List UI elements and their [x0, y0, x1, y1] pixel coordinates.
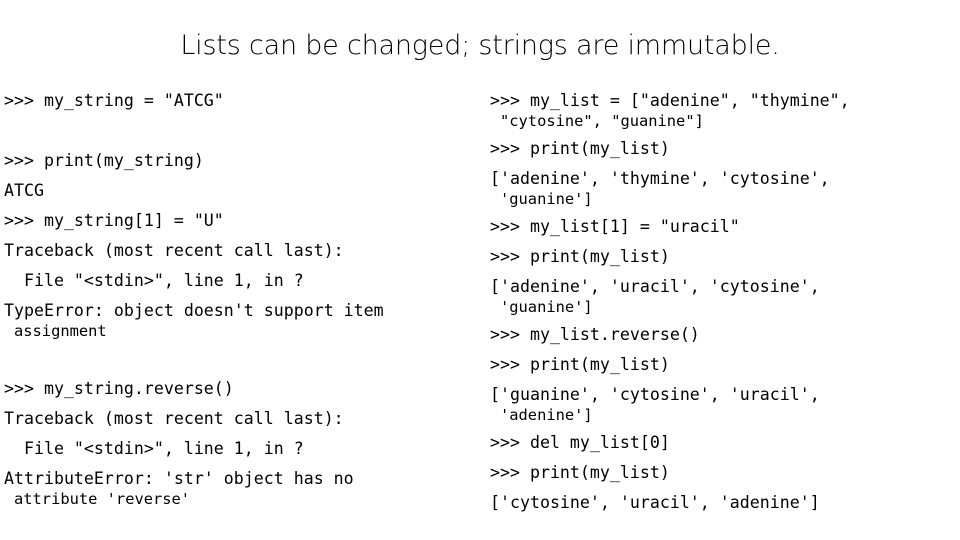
code-line: Traceback (most recent call last):	[4, 409, 344, 428]
code-line: >>> my_string.reverse()	[4, 379, 234, 398]
slide-canvas: Lists can be changed; strings are immuta…	[0, 0, 960, 540]
code-line: ATCG	[4, 181, 44, 200]
code-line: >>> print(my_list)	[490, 247, 670, 266]
code-line: >>> my_list[1] = "uracil"	[490, 217, 740, 236]
code-line: >>> my_list = ["adenine", "thymine", "cyt…	[490, 86, 960, 134]
code-line: >>> my_string = "ATCG"	[4, 91, 224, 110]
code-line: ['adenine', 'uracil', 'cytosine','guanin…	[490, 272, 960, 320]
code-line: >>> my_string[1] = "U"	[4, 211, 224, 230]
page-title: Lists can be changed; strings are immuta…	[180, 30, 780, 61]
code-line: >>> del my_list[0]	[490, 433, 670, 452]
code-line: File "<stdin>", line 1, in ?	[4, 439, 304, 458]
code-line: ['adenine', 'thymine', 'cytosine','guani…	[490, 164, 960, 212]
code-line-continuation: 'guanine']	[500, 190, 593, 208]
code-line-continuation: "cytosine", "guanine"]	[500, 112, 704, 130]
code-line: >>> my_list.reverse()	[490, 325, 700, 344]
code-block-string: >>> my_string = "ATCG" >>> print(my_strin…	[4, 86, 482, 512]
code-line: >>> print(my_list)	[490, 139, 670, 158]
code-line: TypeError: object doesn't support item as…	[4, 296, 482, 344]
code-line-continuation: 'guanine']	[500, 298, 593, 316]
code-block-list: >>> my_list = ["adenine", "thymine", "cyt…	[490, 86, 960, 518]
code-line: ['cytosine', 'uracil', 'adenine']	[490, 493, 820, 512]
code-line: AttributeError: 'str' object has no attri…	[4, 464, 482, 512]
code-line: File "<stdin>", line 1, in ?	[4, 271, 304, 290]
code-line: ['guanine', 'cytosine', 'uracil','adenin…	[490, 380, 960, 428]
code-line-continuation: assignment	[14, 322, 107, 340]
code-line-continuation: attribute 'reverse'	[14, 490, 191, 508]
code-line: >>> print(my_list)	[490, 463, 670, 482]
code-line: Traceback (most recent call last):	[4, 241, 344, 260]
code-line: >>> print(my_list)	[490, 355, 670, 374]
code-line: >>> print(my_string)	[4, 151, 204, 170]
code-line-continuation: 'adenine']	[500, 406, 593, 424]
